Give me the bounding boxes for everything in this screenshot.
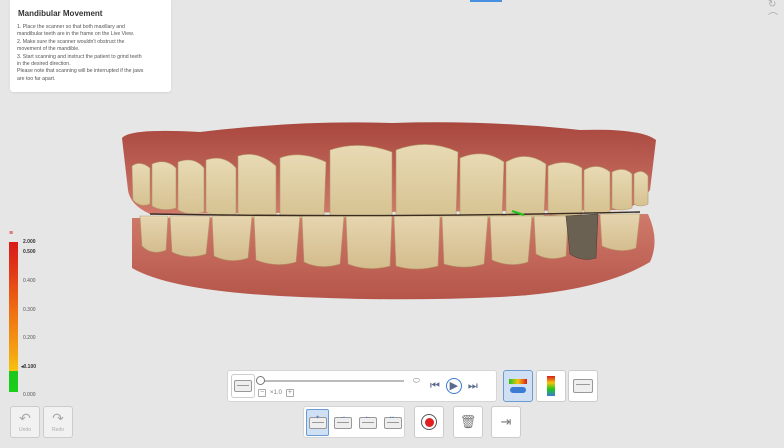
speed-up-button[interactable]: + (285, 389, 294, 397)
right-arrow-icon: → (340, 414, 346, 420)
panel-line: in the desired direction. (17, 61, 71, 68)
play-button[interactable]: ▶ (445, 378, 462, 394)
timeline-slider[interactable] (256, 376, 404, 385)
undo-button[interactable]: ↶ Undo (10, 406, 40, 438)
panel-title: Mandibular Movement (18, 9, 103, 18)
left-arrow-icon: ← (365, 414, 371, 420)
delete-button[interactable]: 🗑 (453, 406, 483, 438)
molar-metal (565, 213, 599, 260)
trash-icon: 🗑 (459, 414, 477, 429)
panel-line: Please note that scanning will be interr… (17, 68, 144, 75)
panel-line: movement of the mandible. (17, 46, 80, 53)
scale-label: 0.500 (23, 249, 36, 255)
timeline-knob[interactable] (256, 376, 265, 385)
scale-label-value: 0.100 (23, 364, 37, 370)
speed-control: − ×1.0 + (258, 389, 294, 397)
redo-label: Redo (52, 427, 64, 433)
exit-button[interactable]: ⇥ (491, 406, 521, 438)
both-arrow-icon: ↔ (389, 414, 395, 420)
jaw-view-icon (573, 379, 593, 393)
loop-icon[interactable]: ⬭ (413, 376, 420, 386)
snapshot-button[interactable] (231, 374, 255, 398)
speed-down-button[interactable]: − (258, 389, 266, 397)
scale-label-highlight: ◂0.100 (21, 364, 37, 370)
skip-end-icon[interactable]: ⏭ (468, 380, 478, 392)
record-icon (421, 414, 437, 430)
panel-line: 1. Place the scanner so that both maxill… (17, 24, 125, 30)
up-arrow-icon: + (316, 415, 320, 421)
undo-label: Undo (19, 427, 31, 433)
scan-mode-both[interactable]: ↔ (381, 409, 404, 436)
toggle-icon (510, 387, 526, 393)
skip-start-icon[interactable]: ⏮ (430, 380, 440, 392)
scale-label: 2.000 (23, 239, 36, 245)
panel-line: are too far apart. (17, 75, 56, 82)
redo-button[interactable]: ↷ Redo (43, 406, 73, 438)
undo-icon: ↶ (19, 410, 31, 426)
color-map-icon (509, 379, 527, 384)
record-button[interactable] (414, 406, 444, 438)
play-icon: ▶ (449, 380, 459, 392)
scale-label: 0.300 (23, 307, 36, 313)
distance-color-scale: ≡ 2.000 0.500 0.400 0.300 0.200 ◂0.100 0… (7, 228, 47, 400)
scale-label: 0.200 (23, 335, 36, 341)
color-map-toggle-button[interactable] (503, 370, 533, 402)
speed-value: ×1.0 (270, 390, 282, 396)
scale-label: 0.000 (23, 392, 36, 398)
scale-gradient-bar (9, 242, 18, 392)
exit-icon: ⇥ (500, 414, 512, 429)
scan-mode-group: + → ← ↔ (303, 406, 405, 438)
scale-label: 0.400 (23, 278, 36, 284)
scan-mode-right[interactable]: → (331, 409, 354, 436)
scan-mode-left[interactable]: ← (356, 409, 379, 436)
occlusion-view-button[interactable] (568, 370, 598, 402)
playback-controls: ⬭ − ×1.0 + ⏮ ▶ ⏭ (227, 370, 497, 402)
distance-map-button[interactable] (536, 370, 566, 402)
redo-icon: ↷ (52, 410, 64, 426)
scan-mode-protrusive[interactable]: + (306, 409, 329, 436)
panel-line: mandibular teeth are in the frame on the… (17, 31, 134, 38)
panel-line: 3. Start scanning and instruct the patie… (17, 53, 142, 60)
jaw-icon (234, 380, 252, 392)
panel-line: 2. Make sure the scanner wouldn't obstru… (17, 38, 125, 45)
instruction-panel: Mandibular Movement 1. Place the scanner… (10, 0, 171, 92)
scale-settings-icon[interactable]: ≡ (9, 230, 18, 238)
heatmap-icon (547, 376, 555, 396)
